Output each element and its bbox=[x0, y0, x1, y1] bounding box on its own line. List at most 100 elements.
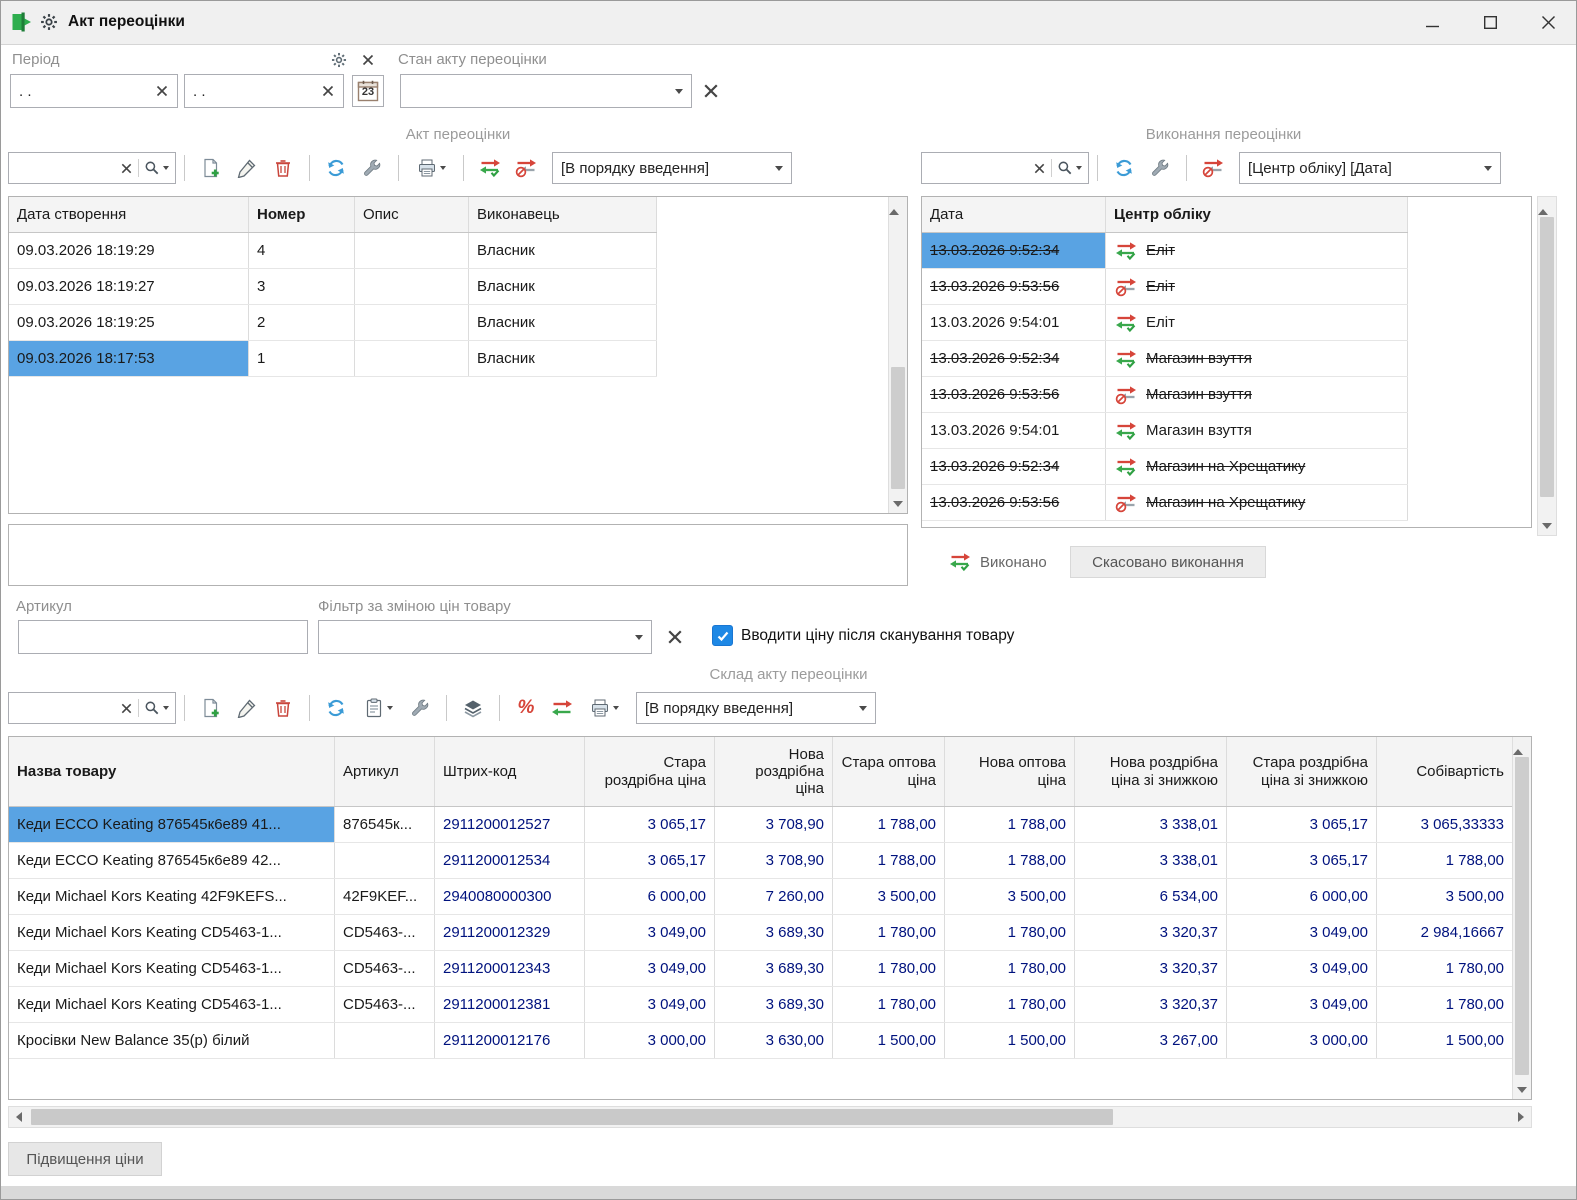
cell[interactable]: 3 689,30 bbox=[715, 987, 833, 1022]
settings-wrench-button[interactable] bbox=[402, 691, 438, 725]
cell[interactable]: 1 780,00 bbox=[833, 951, 945, 986]
items-row[interactable]: Кеди ECCO Keating 876545к6е89 42... 2911… bbox=[9, 843, 1513, 879]
items-horizontal-scrollbar[interactable] bbox=[8, 1106, 1532, 1128]
maximize-button[interactable] bbox=[1461, 0, 1519, 44]
cell[interactable] bbox=[355, 305, 469, 340]
cell[interactable]: 13.03.2026 9:52:34 bbox=[922, 341, 1106, 376]
cell[interactable]: 876545к... bbox=[335, 807, 435, 842]
period-gear-icon[interactable] bbox=[331, 52, 347, 68]
executed-filter-button[interactable]: Виконано bbox=[938, 546, 1057, 578]
acts-row-selected[interactable]: 09.03.2026 18:17:53 1 Власник bbox=[9, 341, 657, 377]
period-clear-icon[interactable] bbox=[361, 53, 375, 67]
cell[interactable]: 1 500,00 bbox=[1377, 1023, 1513, 1058]
execution-row[interactable]: 13.03.2026 9:54:01 Магазин взуття bbox=[922, 413, 1408, 449]
scrollbar-thumb[interactable] bbox=[31, 1109, 1113, 1125]
add-button[interactable] bbox=[193, 151, 229, 185]
cell[interactable]: 3 500,00 bbox=[945, 879, 1075, 914]
execution-row[interactable]: 13.03.2026 9:53:56 Еліт bbox=[922, 269, 1408, 305]
cell[interactable]: Еліт bbox=[1106, 269, 1408, 304]
cell[interactable]: 3 320,37 bbox=[1075, 951, 1227, 986]
refresh-button[interactable] bbox=[1106, 151, 1142, 185]
search-clear-icon[interactable] bbox=[120, 702, 133, 715]
cell[interactable]: Кеди Michael Kors Keating 42F9KEFS... bbox=[9, 879, 335, 914]
cell[interactable]: 3 065,17 bbox=[1227, 843, 1377, 878]
cell[interactable]: 2911200012527 bbox=[435, 807, 585, 842]
search-icon[interactable] bbox=[144, 700, 160, 716]
cell[interactable]: Кеди ECCO Keating 876545к6е89 41... bbox=[9, 807, 335, 842]
cell[interactable]: CD5463-... bbox=[335, 915, 435, 950]
transfer-prices-button[interactable] bbox=[544, 691, 580, 725]
settings-wrench-button[interactable] bbox=[354, 151, 390, 185]
state-select[interactable] bbox=[400, 74, 692, 108]
cell[interactable]: 1 788,00 bbox=[945, 843, 1075, 878]
cell[interactable]: 3 049,00 bbox=[1227, 951, 1377, 986]
cell[interactable]: Власник bbox=[469, 233, 657, 268]
calendar-button[interactable]: 23 bbox=[352, 75, 384, 107]
refresh-button[interactable] bbox=[318, 691, 354, 725]
cell[interactable]: 1 788,00 bbox=[833, 843, 945, 878]
cell[interactable]: Кеди Michael Kors Keating CD5463-1... bbox=[9, 915, 335, 950]
cell[interactable]: 6 000,00 bbox=[1227, 879, 1377, 914]
price-filter-select[interactable] bbox=[318, 620, 652, 654]
cell[interactable]: 1 788,00 bbox=[1377, 843, 1513, 878]
cell[interactable]: Магазин взуття bbox=[1106, 413, 1408, 448]
scan-price-checkbox-label[interactable]: Вводити ціну після сканування товару bbox=[741, 627, 1014, 645]
cancel-execution-button[interactable] bbox=[1195, 151, 1231, 185]
execution-row[interactable]: 13.03.2026 9:52:34 Магазин взуття bbox=[922, 341, 1408, 377]
cell[interactable]: Кеди Michael Kors Keating CD5463-1... bbox=[9, 987, 335, 1022]
items-row[interactable]: Кеди Michael Kors Keating CD5463-1... CD… bbox=[9, 987, 1513, 1023]
search-icon[interactable] bbox=[1057, 160, 1073, 176]
cell[interactable]: 2911200012381 bbox=[435, 987, 585, 1022]
cell[interactable]: 1 780,00 bbox=[833, 915, 945, 950]
cell[interactable]: 09.03.2026 18:19:29 bbox=[9, 233, 249, 268]
edit-button[interactable] bbox=[229, 151, 265, 185]
cell[interactable] bbox=[335, 1023, 435, 1058]
cell[interactable]: 3 338,01 bbox=[1075, 843, 1227, 878]
cell[interactable]: 3 049,00 bbox=[1227, 915, 1377, 950]
cell[interactable]: Власник bbox=[469, 305, 657, 340]
column-header[interactable]: Нова роздрібна ціна bbox=[715, 737, 833, 806]
state-clear-icon[interactable] bbox=[702, 82, 720, 100]
scroll-left-button[interactable] bbox=[9, 1107, 29, 1127]
edit-button[interactable] bbox=[229, 691, 265, 725]
cell[interactable]: 3 049,00 bbox=[585, 951, 715, 986]
cell[interactable]: 3 065,17 bbox=[585, 843, 715, 878]
execution-vertical-scrollbar[interactable] bbox=[1537, 196, 1557, 536]
execution-search-input[interactable] bbox=[921, 152, 1089, 184]
cell[interactable]: 42F9KEF... bbox=[335, 879, 435, 914]
acts-description-box[interactable] bbox=[8, 524, 908, 586]
cell[interactable]: 3 065,17 bbox=[585, 807, 715, 842]
cell[interactable]: 13.03.2026 9:54:01 bbox=[922, 305, 1106, 340]
cell[interactable]: 13.03.2026 9:52:34 bbox=[922, 449, 1106, 484]
cell[interactable]: Магазин на Хрещатику bbox=[1106, 449, 1408, 484]
acts-row[interactable]: 09.03.2026 18:19:27 3 Власник bbox=[9, 269, 657, 305]
titlebar-gear-icon[interactable] bbox=[40, 13, 58, 31]
settings-wrench-button[interactable] bbox=[1142, 151, 1178, 185]
scroll-up-button[interactable] bbox=[1513, 737, 1531, 755]
column-header[interactable]: Дата bbox=[922, 197, 1106, 232]
cell[interactable]: CD5463-... bbox=[335, 987, 435, 1022]
cell[interactable]: Еліт bbox=[1106, 233, 1408, 268]
cell[interactable]: 3 500,00 bbox=[833, 879, 945, 914]
delete-button[interactable] bbox=[265, 151, 301, 185]
cell[interactable]: 3 500,00 bbox=[1377, 879, 1513, 914]
add-button[interactable] bbox=[193, 691, 229, 725]
column-header[interactable]: Стара оптова ціна bbox=[833, 737, 945, 806]
execution-row[interactable]: 13.03.2026 9:53:56 Магазин на Хрещатику bbox=[922, 485, 1408, 521]
column-header[interactable]: Назва товару bbox=[9, 737, 335, 806]
cell[interactable]: 13.03.2026 9:53:56 bbox=[922, 269, 1106, 304]
cell[interactable]: Кеди ECCO Keating 876545к6е89 42... bbox=[9, 843, 335, 878]
price-filter-clear-icon[interactable] bbox=[666, 628, 684, 646]
items-row[interactable]: Кеди Michael Kors Keating 42F9KEFS... 42… bbox=[9, 879, 1513, 915]
cell[interactable]: Власник bbox=[469, 341, 657, 376]
cell[interactable]: Кеди Michael Kors Keating CD5463-1... bbox=[9, 951, 335, 986]
cell[interactable]: 13.03.2026 9:52:34 bbox=[922, 233, 1106, 268]
execution-row[interactable]: 13.03.2026 9:53:56 Магазин взуття bbox=[922, 377, 1408, 413]
cell[interactable]: 1 780,00 bbox=[945, 951, 1075, 986]
items-vertical-scrollbar[interactable] bbox=[1512, 737, 1531, 1099]
items-sort-select[interactable]: [В порядку введення] bbox=[636, 692, 876, 724]
cell[interactable]: 13.03.2026 9:53:56 bbox=[922, 377, 1106, 412]
execution-row[interactable]: 13.03.2026 9:52:34 Еліт bbox=[922, 233, 1408, 269]
items-search-input[interactable] bbox=[8, 692, 176, 724]
price-increase-button[interactable]: Підвищення ціни bbox=[8, 1142, 162, 1176]
